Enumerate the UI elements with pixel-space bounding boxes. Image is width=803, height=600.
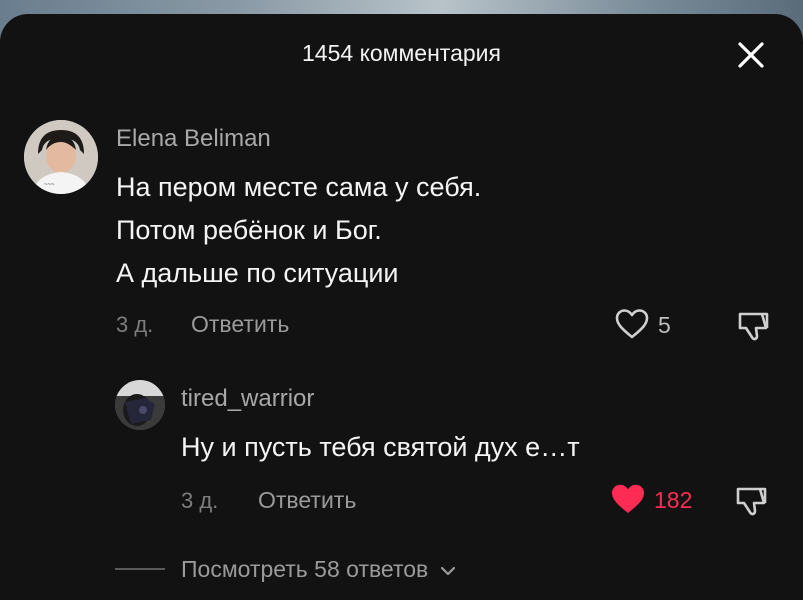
avatar[interactable]: ~~~ — [24, 120, 98, 194]
like-count: 5 — [658, 312, 671, 338]
view-replies-button[interactable]: Посмотреть 58 ответов — [181, 556, 457, 583]
comment-text-line: Потом ребёнок и Бог. — [116, 215, 382, 245]
reply-username[interactable]: tired_warrior — [181, 385, 314, 413]
dislike-button[interactable] — [734, 483, 770, 524]
avatar-image — [115, 380, 165, 430]
svg-text:~~~: ~~~ — [44, 182, 55, 188]
comments-count-title: 1454 комментария — [302, 40, 501, 66]
heart-filled-icon — [612, 484, 644, 513]
chevron-down-icon — [440, 566, 455, 576]
like-count: 182 — [654, 487, 693, 513]
comment-time: 3 д. — [116, 312, 154, 337]
comment-text-line: А дальше по ситуации — [116, 258, 399, 288]
dislike-icon — [738, 312, 769, 341]
dislike-icon — [736, 487, 767, 516]
like-button[interactable] — [610, 483, 646, 520]
dislike-button[interactable] — [736, 308, 772, 349]
reply-text: Ну и пусть тебя святой дух е…т — [181, 432, 580, 462]
reply-button[interactable]: Ответить — [191, 311, 289, 338]
close-button[interactable] — [734, 38, 768, 72]
reply-time: 3 д. — [181, 488, 219, 513]
comments-sheet: 1454 комментария ~~~ Elena Beliman На пе… — [0, 14, 803, 600]
divider — [115, 568, 165, 570]
heart-outline-icon — [615, 309, 649, 339]
comment-text-line: На пером месте сама у себя. — [116, 172, 482, 202]
like-button[interactable] — [614, 308, 650, 345]
view-replies-label: Посмотреть 58 ответов — [181, 556, 429, 582]
avatar-image: ~~~ — [24, 120, 98, 194]
comment-username[interactable]: Elena Beliman — [116, 125, 271, 153]
reply-button[interactable]: Ответить — [258, 487, 356, 514]
close-icon — [738, 42, 764, 68]
avatar[interactable] — [115, 380, 165, 430]
